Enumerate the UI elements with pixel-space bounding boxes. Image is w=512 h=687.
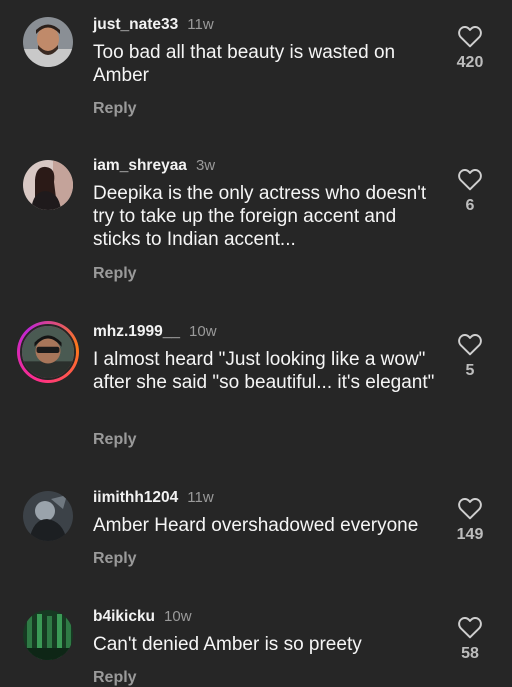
avatar[interactable] <box>23 17 73 67</box>
comment-text: Amber Heard overshadowed everyone <box>93 515 419 536</box>
username[interactable]: iam_shreyaa <box>93 157 187 174</box>
comment-header: mhz.1999__ 10w <box>93 323 217 341</box>
username[interactable]: iimithh1204 <box>93 489 178 506</box>
like-control[interactable]: 58 <box>448 615 492 663</box>
comment-header: iam_shreyaa 3w <box>93 157 215 175</box>
comment-item: mhz.1999__ 10w I almost heard "Just looki… <box>0 321 512 463</box>
like-control[interactable]: 5 <box>448 332 492 380</box>
like-count: 149 <box>456 526 484 543</box>
reply-button[interactable]: Reply <box>93 669 137 687</box>
comment-header: b4ikicku 10w <box>93 608 192 626</box>
comment-text: Can't denied Amber is so preety <box>93 634 362 655</box>
like-count: 58 <box>461 645 479 662</box>
heart-icon[interactable] <box>457 167 483 191</box>
comment-item: iam_shreyaa 3w Deepika is the only actres… <box>0 157 512 297</box>
comment-text: Too bad all that beauty is wasted on Amb… <box>93 42 396 86</box>
like-count: 6 <box>465 197 475 214</box>
reply-button[interactable]: Reply <box>93 100 137 118</box>
like-count: 5 <box>465 362 475 379</box>
heart-icon[interactable] <box>457 24 483 48</box>
reply-button[interactable]: Reply <box>93 550 137 568</box>
comment-age: 10w <box>164 608 192 625</box>
reply-button[interactable]: Reply <box>93 431 137 449</box>
heart-icon[interactable] <box>457 615 483 639</box>
comment-text: I almost heard "Just looking like a wow"… <box>93 349 435 393</box>
heart-icon[interactable] <box>457 332 483 356</box>
username[interactable]: just_nate33 <box>93 16 178 33</box>
reply-button[interactable]: Reply <box>93 265 137 283</box>
comment-header: iimithh1204 11w <box>93 489 214 507</box>
like-control[interactable]: 420 <box>448 24 492 72</box>
comment-age: 11w <box>187 489 214 506</box>
avatar-story-ring[interactable] <box>17 321 79 383</box>
comment-age: 10w <box>189 323 217 340</box>
avatar[interactable] <box>23 610 73 660</box>
avatar[interactable] <box>23 491 73 541</box>
like-control[interactable]: 6 <box>448 167 492 215</box>
comment-header: just_nate33 11w <box>93 16 214 34</box>
comment-item: b4ikicku 10w Can't denied Amber is so pre… <box>0 608 512 686</box>
comment-item: just_nate33 11w Too bad all that beauty i… <box>0 16 512 126</box>
comment-age: 3w <box>195 157 216 174</box>
comment-age: 11w <box>187 16 214 33</box>
heart-icon[interactable] <box>457 496 483 520</box>
like-count: 420 <box>456 54 484 71</box>
username[interactable]: mhz.1999__ <box>93 323 180 340</box>
avatar[interactable] <box>23 160 73 210</box>
username[interactable]: b4ikicku <box>93 608 155 625</box>
like-control[interactable]: 149 <box>448 496 492 544</box>
comment-item: iimithh1204 11w Amber Heard overshadowed … <box>0 489 512 579</box>
comment-text: Deepika is the only actress who doesn't … <box>93 183 427 250</box>
